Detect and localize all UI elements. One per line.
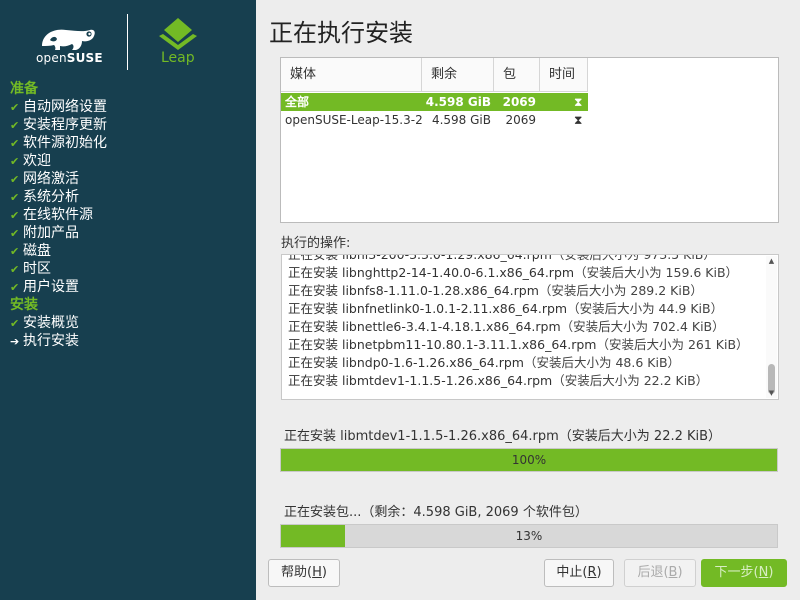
scroll-up-icon[interactable]: ▲ [766,256,777,266]
step-item-current: ➔ 执行安装 [10,333,79,349]
check-icon: ✔ [10,209,20,222]
opensuse-chameleon-icon [42,29,95,50]
step-item: ✔ 网络激活 [10,171,79,187]
packages-cell: 2069 [505,113,536,127]
step-item: ✔ 磁盘 [10,243,51,259]
log-line: 正在安装 libnettle6-3.4.1-4.18.1.x86_64.rpm（… [288,319,725,334]
section-title-install: 安装 [10,297,38,313]
step-item: ✔ 自动网络设置 [10,99,107,115]
check-icon: ✔ [10,137,20,150]
check-icon: ✔ [10,155,20,168]
check-icon: ✔ [10,119,20,132]
operations-log[interactable]: 正在安装 libnl3-200-3.3.0-1.29.x86_64.rpm（安装… [281,254,779,400]
logo-area: openSUSE Leap [0,0,256,80]
operations-panel: 执行的操作: 正在安装 libnl3-200-3.3.0-1.29.x86_64… [280,228,779,400]
section-title-prepare: 准备 [10,81,38,97]
column-header-time[interactable]: 时间 [540,58,588,92]
step-item: ✔ 系统分析 [10,189,79,205]
check-icon: ✔ [10,281,20,294]
hourglass-icon: ⧗ [574,95,583,109]
step-item: ✔ 在线软件源 [10,207,93,223]
step-item: ✔ 安装概览 [10,315,79,331]
column-header-packages[interactable]: 包 [494,58,540,92]
hourglass-icon: ⧗ [574,113,583,127]
overall-progress-label: 正在安装包...（剩余：4.598 GiB, 2069 个软件包） [284,505,588,520]
arrow-right-icon: ➔ [10,335,20,348]
check-icon: ✔ [10,245,20,258]
check-icon: ✔ [10,263,20,276]
column-header-media[interactable]: 媒体 [281,58,422,92]
log-scrollbar[interactable]: ▲ ▼ [766,256,777,398]
step-item: ✔ 时区 [10,261,51,277]
log-line: 正在安装 libnl3-200-3.3.0-1.29.x86_64.rpm（安装… [288,254,716,262]
remaining-cell: 4.598 GiB [425,95,491,109]
current-package-label: 正在安装 libmtdev1-1.1.5-1.26.x86_64.rpm（安装后… [284,429,722,444]
abort-button[interactable]: 中止(R) [544,559,614,587]
next-button[interactable]: 下一步(N) [701,559,787,587]
progress-text: 13% [515,529,543,543]
scroll-down-icon[interactable]: ▼ [766,388,777,398]
back-button[interactable]: 后退(B) [624,559,696,587]
opensuse-wordmark: openSUSE [36,51,103,65]
log-line: 正在安装 libndp0-1.6-1.26.x86_64.rpm（安装后大小为 … [288,355,681,370]
table-row[interactable]: openSUSE-Leap-15.3-2 4.598 GiB 2069 ⧗ [281,111,588,129]
current-package-progress: 100% [280,448,778,472]
column-header-remaining[interactable]: 剩余 [422,58,494,92]
packages-cell: 2069 [502,95,536,109]
step-item: ✔ 附加产品 [10,225,79,241]
check-icon: ✔ [10,173,20,186]
check-icon: ✔ [10,191,20,204]
log-line: 正在安装 libmtdev1-1.1.5-1.26.x86_64.rpm（安装后… [288,373,709,388]
remaining-cell: 4.598 GiB [431,113,491,127]
log-line: 正在安装 libnfs8-1.11.0-1.28.x86_64.rpm（安装后大… [288,283,703,298]
step-item: ✔ 安装程序更新 [10,117,107,133]
operations-label: 执行的操作: [281,236,351,251]
log-line: 正在安装 libnfnetlink0-1.0.1-2.11.x86_64.rpm… [288,301,724,316]
step-item: ✔ 软件源初始化 [10,135,107,151]
overall-progress: 13% [280,524,778,548]
check-icon: ✔ [10,101,20,114]
main-panel: 正在执行安装 媒体 剩余 包 时间 全部 4.598 GiB 2069 ⧗ op… [256,0,800,600]
media-table[interactable]: 媒体 剩余 包 时间 全部 4.598 GiB 2069 ⧗ openSUSE-… [280,57,779,223]
media-cell: 全部 [285,95,310,109]
step-item: ✔ 用户设置 [10,279,79,295]
log-line: 正在安装 libnetpbm11-10.80.1-3.11.1.x86_64.r… [288,337,749,352]
leap-logo-icon [159,18,197,50]
log-line: 正在安装 libnghttp2-14-1.40.0-6.1.x86_64.rpm… [288,265,739,280]
sidebar: openSUSE Leap 准备 ✔ 自动网络设置 ✔ 安装程序更新 ✔ 软件源初始化… [0,0,256,600]
logo-separator [127,14,128,70]
help-button[interactable]: 帮助(H) [268,559,340,587]
media-cell: openSUSE-Leap-15.3-2 [285,113,422,127]
check-icon: ✔ [10,227,20,240]
step-item: ✔ 欢迎 [10,153,51,169]
check-icon: ✔ [10,317,20,330]
progress-text: 100% [511,453,547,467]
install-steps: 准备 ✔ 自动网络设置 ✔ 安装程序更新 ✔ 软件源初始化 ✔ 欢迎 ✔ 网络激活 ✔ 系统… [0,80,256,350]
table-row[interactable]: 全部 4.598 GiB 2069 ⧗ [281,93,588,111]
leap-wordmark: Leap [161,50,195,66]
table-header: 媒体 剩余 包 时间 [281,58,588,92]
page-title: 正在执行安装 [269,19,413,47]
